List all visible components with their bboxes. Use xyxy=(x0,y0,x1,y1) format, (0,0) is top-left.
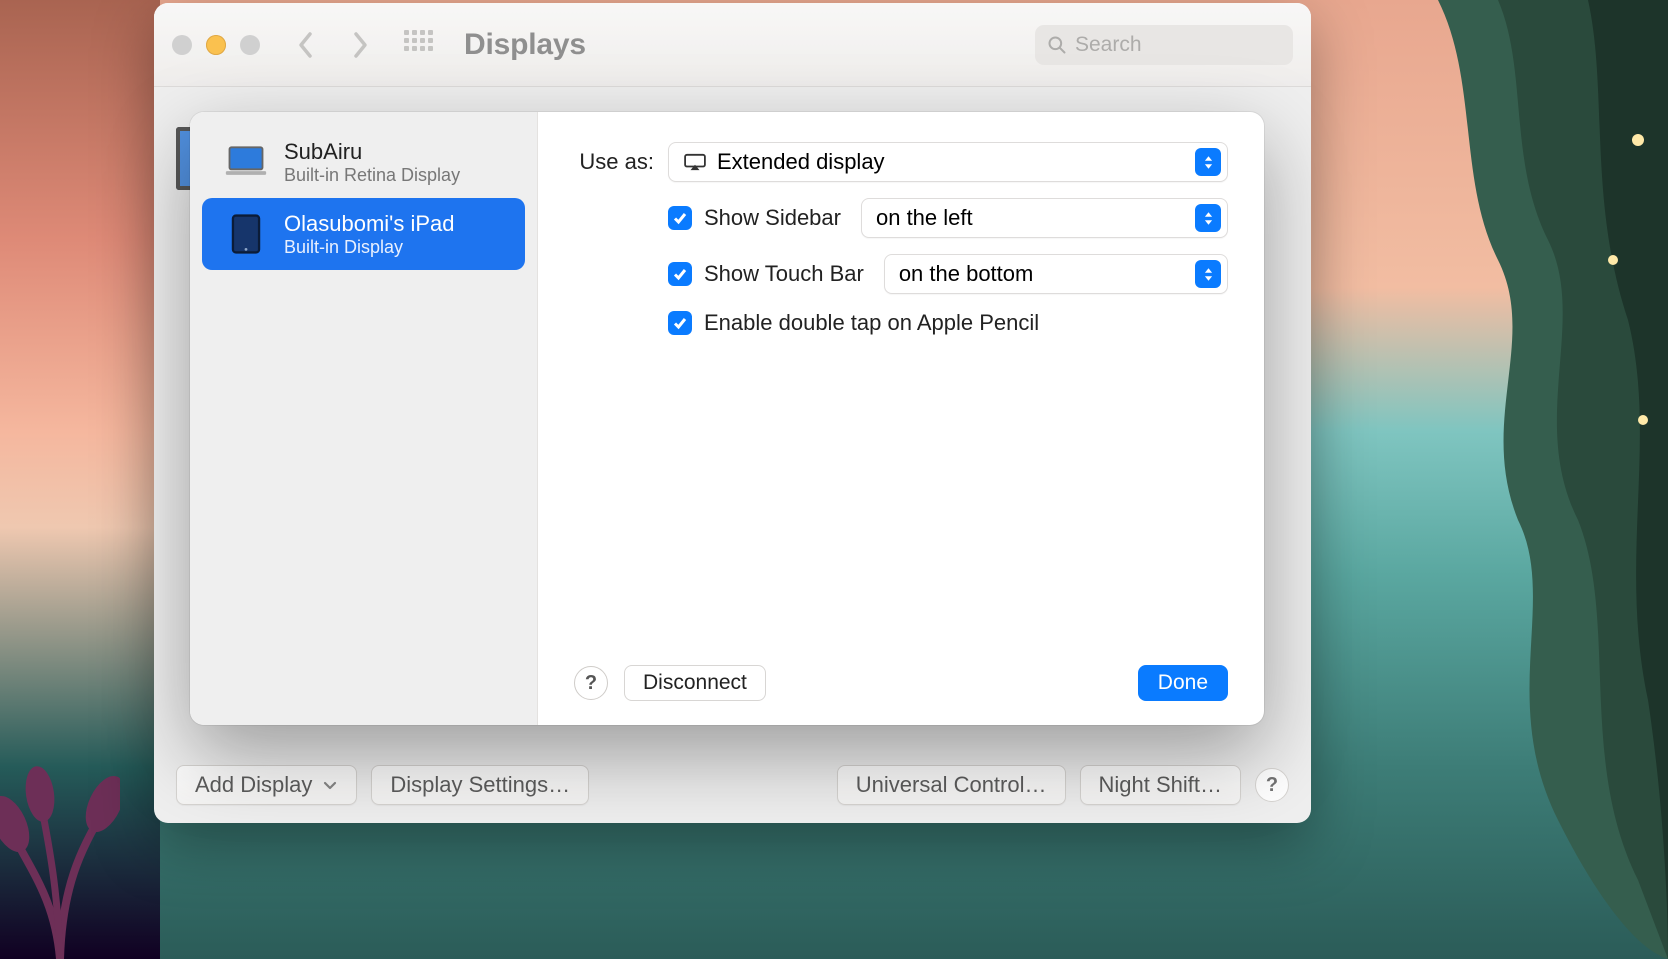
device-item-mac[interactable]: SubAiru Built-in Retina Display xyxy=(202,126,525,198)
use-as-select[interactable]: Extended display xyxy=(668,142,1228,182)
forward-button[interactable] xyxy=(344,29,376,61)
device-list: SubAiru Built-in Retina Display Olasubom… xyxy=(190,112,538,725)
done-button[interactable]: Done xyxy=(1138,665,1228,701)
night-shift-label: Night Shift… xyxy=(1099,772,1223,798)
universal-control-label: Universal Control… xyxy=(856,772,1047,798)
back-button[interactable] xyxy=(290,29,322,61)
wallpaper-foliage xyxy=(1438,0,1668,959)
universal-control-button[interactable]: Universal Control… xyxy=(837,765,1066,805)
nav-arrows xyxy=(290,29,376,61)
display-settings-sheet: SubAiru Built-in Retina Display Olasubom… xyxy=(190,112,1264,725)
wallpaper-plant xyxy=(0,739,120,959)
show-touchbar-select[interactable]: on the bottom xyxy=(884,254,1228,294)
close-button[interactable] xyxy=(172,35,192,55)
show-touchbar-label: Show Touch Bar xyxy=(704,261,864,287)
window-titlebar: Displays xyxy=(154,3,1311,87)
night-shift-button[interactable]: Night Shift… xyxy=(1080,765,1242,805)
check-icon xyxy=(672,266,688,282)
bottom-toolbar: Add Display Display Settings… Universal … xyxy=(154,747,1311,823)
add-display-button[interactable]: Add Display xyxy=(176,765,357,805)
select-stepper-icon xyxy=(1195,260,1221,288)
sheet-main-panel: Use as: Extended display Show Sidebar xyxy=(538,112,1264,725)
show-sidebar-value: on the left xyxy=(876,205,1195,231)
show-touchbar-checkbox[interactable] xyxy=(668,262,692,286)
window-title: Displays xyxy=(464,28,586,62)
enable-double-tap-checkbox[interactable] xyxy=(668,311,692,335)
use-as-value: Extended display xyxy=(717,149,1195,175)
search-field[interactable] xyxy=(1035,25,1293,65)
chevron-down-icon xyxy=(322,777,338,793)
show-touchbar-value: on the bottom xyxy=(899,261,1195,287)
use-as-label: Use as: xyxy=(574,149,654,175)
window-controls xyxy=(172,35,260,55)
device-item-ipad[interactable]: Olasubomi's iPad Built-in Display xyxy=(202,198,525,270)
check-icon xyxy=(672,210,688,226)
display-settings-button[interactable]: Display Settings… xyxy=(371,765,589,805)
add-display-label: Add Display xyxy=(195,772,312,798)
show-all-icon[interactable] xyxy=(404,30,434,60)
select-stepper-icon xyxy=(1195,204,1221,232)
disconnect-button[interactable]: Disconnect xyxy=(624,665,766,701)
tablet-icon xyxy=(224,214,268,254)
help-button[interactable]: ? xyxy=(1255,768,1289,802)
device-subtitle: Built-in Retina Display xyxy=(284,165,460,186)
device-name: SubAiru xyxy=(284,139,460,165)
laptop-icon xyxy=(224,142,268,182)
select-stepper-icon xyxy=(1195,148,1221,176)
display-settings-label: Display Settings… xyxy=(390,772,570,798)
device-subtitle: Built-in Display xyxy=(284,237,455,258)
minimize-button[interactable] xyxy=(206,35,226,55)
show-sidebar-select[interactable]: on the left xyxy=(861,198,1228,238)
search-icon xyxy=(1047,35,1067,55)
airplay-icon xyxy=(683,153,707,171)
device-name: Olasubomi's iPad xyxy=(284,211,455,237)
sheet-help-button[interactable]: ? xyxy=(574,666,608,700)
zoom-button[interactable] xyxy=(240,35,260,55)
show-sidebar-label: Show Sidebar xyxy=(704,205,841,231)
search-input[interactable] xyxy=(1075,33,1281,57)
check-icon xyxy=(672,315,688,331)
enable-double-tap-label: Enable double tap on Apple Pencil xyxy=(704,310,1039,336)
show-sidebar-checkbox[interactable] xyxy=(668,206,692,230)
